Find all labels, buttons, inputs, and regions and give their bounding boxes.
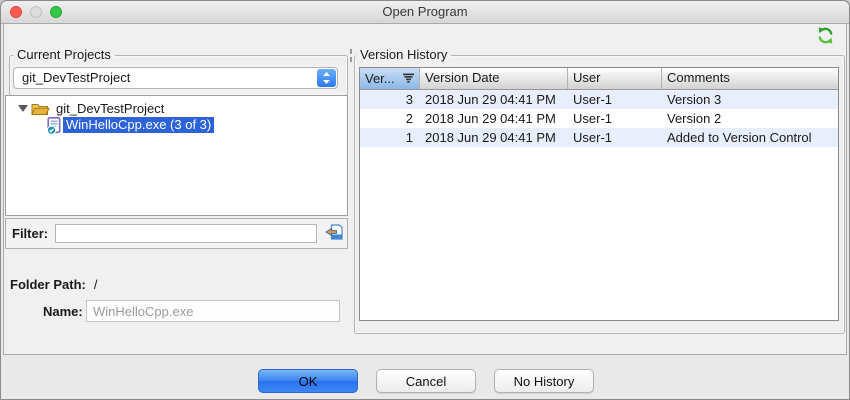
filter-panel: Filter:	[5, 218, 348, 249]
folder-path-row: Folder Path: /	[10, 277, 97, 292]
column-header-date[interactable]: Version Date	[420, 68, 568, 89]
column-header-version[interactable]: Ver...	[360, 68, 420, 89]
column-header-comments[interactable]: Comments	[662, 68, 838, 89]
cell-date: 2018 Jun 29 04:41 PM	[420, 109, 568, 128]
no-history-button[interactable]: No History	[494, 369, 594, 393]
name-field	[86, 300, 340, 322]
close-button[interactable]	[10, 6, 22, 18]
split-divider[interactable]	[349, 49, 353, 65]
cell-date: 2018 Jun 29 04:41 PM	[420, 128, 568, 147]
table-row[interactable]: 3 2018 Jun 29 04:41 PM User-1 Version 3	[360, 90, 838, 109]
project-combobox-value: git_DevTestProject	[14, 68, 337, 88]
folder-path-label: Folder Path:	[10, 277, 86, 292]
cell-comments: Added to Version Control	[662, 128, 838, 147]
cell-date: 2018 Jun 29 04:41 PM	[420, 90, 568, 109]
project-combobox[interactable]: git_DevTestProject	[13, 67, 338, 89]
funnel-filter-icon	[403, 69, 414, 89]
table-row[interactable]: 1 2018 Jun 29 04:41 PM User-1 Added to V…	[360, 128, 838, 147]
zoom-button[interactable]	[50, 6, 62, 18]
cell-user: User-1	[568, 109, 662, 128]
refresh-icon[interactable]	[813, 26, 837, 48]
filter-label: Filter:	[12, 219, 48, 248]
program-file-check-icon	[47, 117, 63, 138]
version-history-label: Version History	[356, 48, 451, 62]
cell-version: 1	[360, 128, 420, 147]
cell-version: 2	[360, 109, 420, 128]
filter-page-icon[interactable]	[324, 224, 344, 242]
column-header-version-label: Ver...	[365, 69, 395, 89]
cell-user: User-1	[568, 90, 662, 109]
current-projects-label: Current Projects	[13, 48, 115, 62]
titlebar[interactable]: Open Program	[1, 1, 849, 24]
cancel-button[interactable]: Cancel	[376, 369, 476, 393]
column-header-user[interactable]: User	[568, 68, 662, 89]
tree-file-label: WinHelloCpp.exe (3 of 3)	[63, 117, 214, 133]
cell-comments: Version 2	[662, 109, 838, 128]
filter-input[interactable]	[55, 224, 317, 243]
cell-version: 3	[360, 90, 420, 109]
name-label: Name:	[43, 304, 83, 319]
version-history-table: Ver... Version Date User Comments 3 2018…	[359, 67, 839, 321]
tree-row-file[interactable]: WinHelloCpp.exe (3 of 3)	[6, 117, 347, 134]
triangle-down-icon[interactable]	[18, 105, 28, 112]
cell-user: User-1	[568, 128, 662, 147]
tree-root-label: git_DevTestProject	[56, 101, 164, 117]
window-title: Open Program	[1, 1, 849, 23]
project-tree: git_DevTestProject WinHelloCpp.exe (3 of…	[5, 95, 348, 216]
up-down-stepper-icon	[317, 69, 336, 87]
tree-row-project[interactable]: git_DevTestProject	[6, 100, 347, 117]
table-header-row: Ver... Version Date User Comments	[360, 68, 838, 90]
ok-button[interactable]: OK	[258, 369, 358, 393]
folder-path-value: /	[94, 277, 98, 292]
cell-comments: Version 3	[662, 90, 838, 109]
minimize-button-disabled	[30, 6, 42, 18]
open-program-dialog: Open Program Current Projects git_DevTes…	[0, 0, 850, 400]
table-row[interactable]: 2 2018 Jun 29 04:41 PM User-1 Version 2	[360, 109, 838, 128]
